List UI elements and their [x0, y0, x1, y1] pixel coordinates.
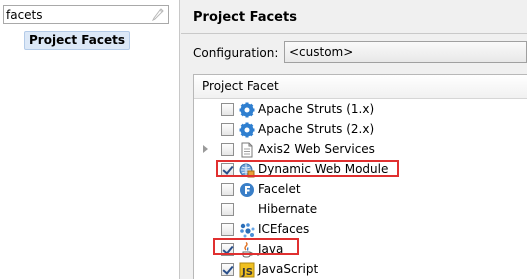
facet-row-apache-struts-2x[interactable]: Apache Struts (2.x) [194, 120, 527, 140]
facet-checkbox-checked[interactable] [221, 163, 234, 176]
document-icon [239, 142, 255, 158]
web-module-icon [239, 162, 255, 178]
facet-label: ICEfaces [258, 222, 310, 236]
facet-label: Dynamic Web Module [258, 162, 389, 176]
project-facet-table: Project Facet Apache Struts (1.x) Apache… [193, 74, 527, 279]
filter-input[interactable] [6, 6, 146, 23]
struts-gear-icon [239, 102, 255, 118]
facet-label: Hibernate [258, 202, 318, 216]
clear-filter-icon[interactable] [151, 8, 164, 22]
filter-field[interactable] [3, 5, 169, 24]
facet-checkbox[interactable] [221, 143, 234, 156]
java-icon [239, 241, 255, 258]
facet-row-javascript[interactable]: JS JavaScript [194, 260, 527, 279]
left-navigation-pane: Project Facets [0, 0, 180, 279]
facet-row-dynamic-web-module[interactable]: Dynamic Web Module [194, 160, 527, 180]
facet-label: JavaScript [258, 262, 319, 276]
facet-checkbox-checked[interactable] [221, 243, 234, 256]
hibernate-icon [239, 202, 255, 218]
svg-text:JS: JS [241, 267, 253, 278]
facet-checkbox[interactable] [221, 223, 234, 236]
facet-checkbox-checked[interactable] [221, 263, 234, 276]
facelet-icon [239, 182, 255, 198]
properties-page: Project Facets Configuration: <custom> P… [181, 0, 527, 279]
facet-label: Facelet [258, 182, 301, 196]
struts-gear-icon [239, 122, 255, 138]
facet-checkbox[interactable] [221, 123, 234, 136]
facet-row-icefaces[interactable]: ICEfaces [194, 220, 527, 240]
javascript-icon: JS [239, 262, 255, 278]
facet-label: Java [258, 242, 284, 256]
facet-label: Apache Struts (2.x) [258, 122, 375, 136]
facet-row-facelet[interactable]: Facelet [194, 180, 527, 200]
facet-row-axis2-web-services[interactable]: Axis2 Web Services [194, 140, 527, 160]
facet-label: Axis2 Web Services [258, 142, 375, 156]
facet-row-apache-struts-1x[interactable]: Apache Struts (1.x) [194, 100, 527, 120]
facet-checkbox[interactable] [221, 103, 234, 116]
page-title: Project Facets [193, 10, 297, 25]
facet-row-java[interactable]: Java [194, 240, 527, 260]
facet-checkbox[interactable] [221, 203, 234, 216]
configuration-label: Configuration: [193, 46, 279, 60]
nav-item-project-facets[interactable]: Project Facets [24, 31, 130, 50]
facet-row-hibernate[interactable]: Hibernate [194, 200, 527, 220]
column-header-project-facet[interactable]: Project Facet [194, 75, 527, 99]
configuration-select[interactable]: <custom> [284, 41, 527, 63]
facet-checkbox[interactable] [221, 183, 234, 196]
expand-chevron-icon[interactable] [203, 145, 208, 153]
facet-label: Apache Struts (1.x) [258, 102, 375, 116]
icefaces-icon [239, 222, 255, 238]
title-separator [181, 33, 527, 34]
